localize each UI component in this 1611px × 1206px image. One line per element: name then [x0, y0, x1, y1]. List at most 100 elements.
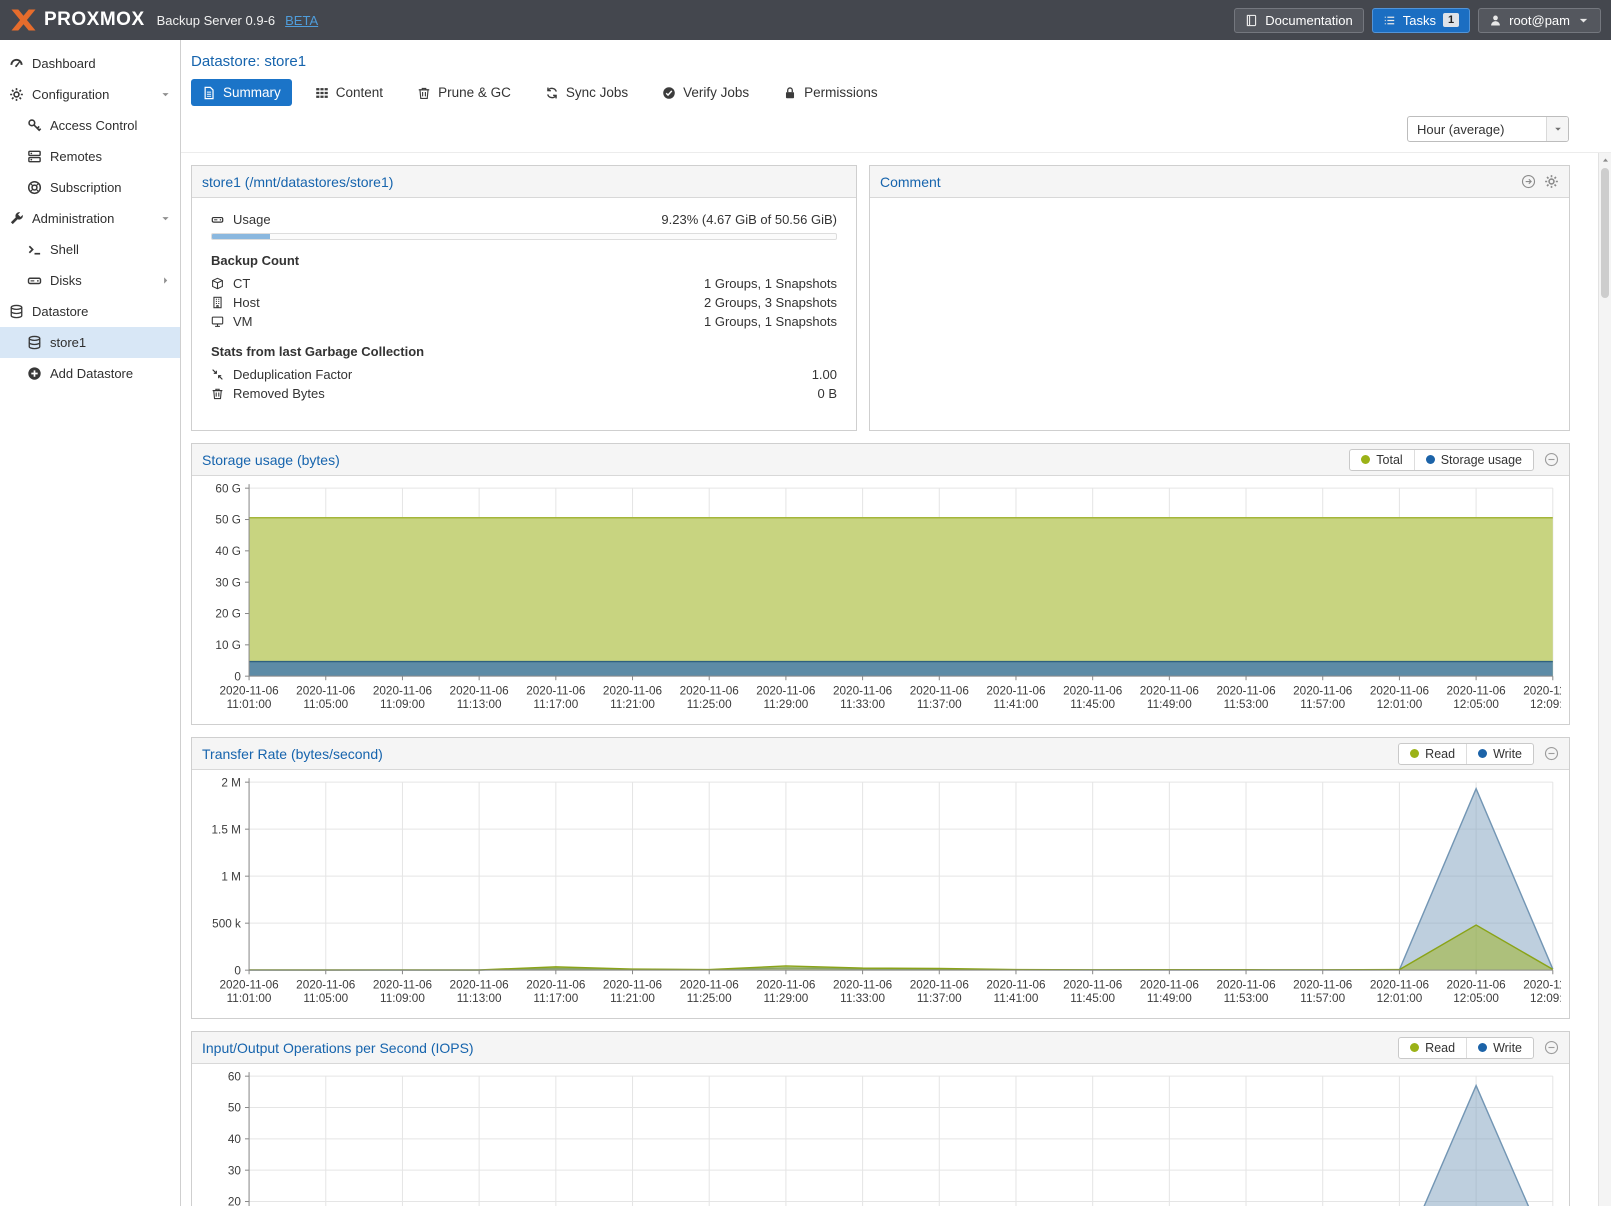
transfer-rate-chart-panel: Transfer Rate (bytes/second) ReadWrite 0… — [191, 737, 1570, 1019]
tab-prune-gc[interactable]: Prune & GC — [406, 79, 522, 106]
timeframe-value: Hour (average) — [1417, 122, 1504, 137]
sidebar-item-dashboard[interactable]: Dashboard — [0, 48, 180, 79]
timeframe-combobox[interactable]: Hour (average) — [1407, 116, 1569, 142]
sidebar-item-label: store1 — [50, 335, 171, 350]
svg-text:2020-11-06: 2020-11-06 — [296, 685, 356, 698]
backup-count-title: Backup Count — [211, 253, 837, 268]
chart-title: Storage usage (bytes) — [202, 452, 340, 468]
sidebar-item-shell[interactable]: Shell — [0, 234, 180, 265]
row-value: 1.00 — [812, 367, 837, 382]
summary-top-row: store1 (/mnt/datastores/store1) Usage 9.… — [191, 165, 1570, 443]
sidebar-item-remotes[interactable]: Remotes — [0, 141, 180, 172]
user-icon — [1489, 14, 1502, 27]
usage-value: 9.23% (4.67 GiB of 50.56 GiB) — [661, 212, 837, 227]
svg-text:2020-11-06: 2020-11-06 — [1293, 685, 1353, 698]
compress-icon — [211, 368, 224, 381]
legend-label: Read — [1425, 1041, 1455, 1055]
svg-text:2020-11-06: 2020-11-06 — [680, 979, 740, 992]
svg-text:2020-11-06: 2020-11-06 — [1370, 685, 1430, 698]
tab-label: Summary — [223, 85, 281, 100]
legend-dot — [1410, 1043, 1419, 1052]
collapse-icon[interactable] — [1544, 452, 1559, 467]
page-title: Datastore: store1 — [191, 53, 1601, 70]
tasks-badge: 1 — [1443, 13, 1459, 27]
beta-link[interactable]: BETA — [285, 13, 318, 28]
sidebar-item-subscription[interactable]: Subscription — [0, 172, 180, 203]
legend-item-read[interactable]: Read — [1399, 744, 1466, 764]
caret-down-icon[interactable] — [160, 213, 171, 224]
main-content: Datastore: store1 Summary Content Prune & … — [181, 40, 1611, 1206]
svg-text:0: 0 — [234, 670, 241, 683]
svg-text:12:01:00: 12:01:00 — [1377, 698, 1423, 711]
user-menu-button[interactable]: root@pam — [1478, 8, 1601, 33]
tab-permissions[interactable]: Permissions — [772, 79, 889, 106]
tab-verify-jobs[interactable]: Verify Jobs — [651, 79, 760, 106]
legend-label: Storage usage — [1441, 453, 1522, 467]
svg-text:2020-11-06: 2020-11-06 — [1523, 979, 1561, 992]
vertical-scrollbar[interactable] — [1598, 153, 1611, 1206]
sidebar-item-label: Access Control — [50, 118, 171, 133]
svg-text:11:33:00: 11:33:00 — [840, 992, 885, 1005]
legend-item-read[interactable]: Read — [1399, 1038, 1466, 1058]
sidebar-item-datastore[interactable]: Datastore — [0, 296, 180, 327]
svg-text:2020-11-06: 2020-11-06 — [1216, 685, 1276, 698]
sidebar-item-store1[interactable]: store1 — [0, 327, 180, 358]
scroll-up-button[interactable] — [1599, 153, 1611, 167]
collapse-icon[interactable] — [1544, 1040, 1559, 1055]
comment-body[interactable] — [870, 198, 1569, 430]
documentation-button[interactable]: Documentation — [1234, 8, 1363, 33]
legend-item-write[interactable]: Write — [1466, 1038, 1533, 1058]
svg-text:0: 0 — [234, 964, 241, 977]
combo-trigger[interactable] — [1546, 117, 1568, 141]
tab-sync-jobs[interactable]: Sync Jobs — [534, 79, 639, 106]
sidebar-item-access-control[interactable]: Access Control — [0, 110, 180, 141]
legend-label: Write — [1493, 1041, 1522, 1055]
plus-circle-icon — [27, 366, 42, 381]
sidebar-item-add-datastore[interactable]: Add Datastore — [0, 358, 180, 389]
svg-text:11:57:00: 11:57:00 — [1300, 992, 1345, 1005]
svg-text:2020-11-06: 2020-11-06 — [680, 685, 740, 698]
iops-chart: 01020304050602020-11-0611:01:002020-11-0… — [200, 1068, 1561, 1206]
legend-item-write[interactable]: Write — [1466, 744, 1533, 764]
gear-icon[interactable] — [1544, 174, 1559, 189]
usage-row: Usage 9.23% (4.67 GiB of 50.56 GiB) — [211, 208, 837, 230]
svg-text:2020-11-06: 2020-11-06 — [756, 685, 816, 698]
legend-item-total[interactable]: Total — [1350, 450, 1413, 470]
panel-title: store1 (/mnt/datastores/store1) — [202, 174, 393, 190]
stat-row-ct: CT1 Groups, 1 Snapshots — [211, 274, 837, 293]
row-value: 0 B — [817, 386, 837, 401]
svg-text:2020-11-06: 2020-11-06 — [219, 979, 279, 992]
sidebar-item-disks[interactable]: Disks — [0, 265, 180, 296]
svg-text:12:05:00: 12:05:00 — [1453, 698, 1499, 711]
caret-down-icon[interactable] — [160, 89, 171, 100]
sidebar-item-administration[interactable]: Administration — [0, 203, 180, 234]
tab-label: Sync Jobs — [566, 85, 628, 100]
svg-text:2020-11-06: 2020-11-06 — [756, 979, 816, 992]
scrollbar-thumb[interactable] — [1601, 168, 1609, 298]
gears-icon — [9, 87, 24, 102]
sidebar-item-label: Shell — [50, 242, 171, 257]
svg-text:2020-11-06: 2020-11-06 — [526, 685, 586, 698]
collapse-icon[interactable] — [1544, 746, 1559, 761]
sidebar-item-configuration[interactable]: Configuration — [0, 79, 180, 110]
svg-text:50: 50 — [228, 1102, 242, 1115]
stat-row-removed-bytes: Removed Bytes0 B — [211, 384, 837, 403]
ring-icon — [27, 180, 42, 195]
cube-icon — [211, 277, 224, 290]
tab-content[interactable]: Content — [304, 79, 394, 106]
gc-stats-rows: Deduplication Factor1.00Removed Bytes0 B — [211, 365, 837, 403]
tasks-button[interactable]: Tasks 1 — [1372, 8, 1470, 33]
svg-text:11:25:00: 11:25:00 — [687, 698, 732, 711]
svg-text:11:17:00: 11:17:00 — [533, 698, 578, 711]
sidebar-item-label: Configuration — [32, 87, 152, 102]
caret-right-icon[interactable] — [160, 275, 171, 286]
tab-summary[interactable]: Summary — [191, 79, 292, 106]
usage-progressbar — [211, 233, 837, 240]
row-label: VM — [233, 314, 253, 329]
svg-text:2020-11-06: 2020-11-06 — [450, 979, 510, 992]
legend-item-storage-usage[interactable]: Storage usage — [1414, 450, 1533, 470]
expand-icon[interactable] — [1521, 174, 1536, 189]
svg-text:2020-11-06: 2020-11-06 — [1063, 685, 1123, 698]
proxmox-logo[interactable]: PROXMOX — [10, 9, 145, 31]
svg-text:2020-11-06: 2020-11-06 — [603, 685, 663, 698]
